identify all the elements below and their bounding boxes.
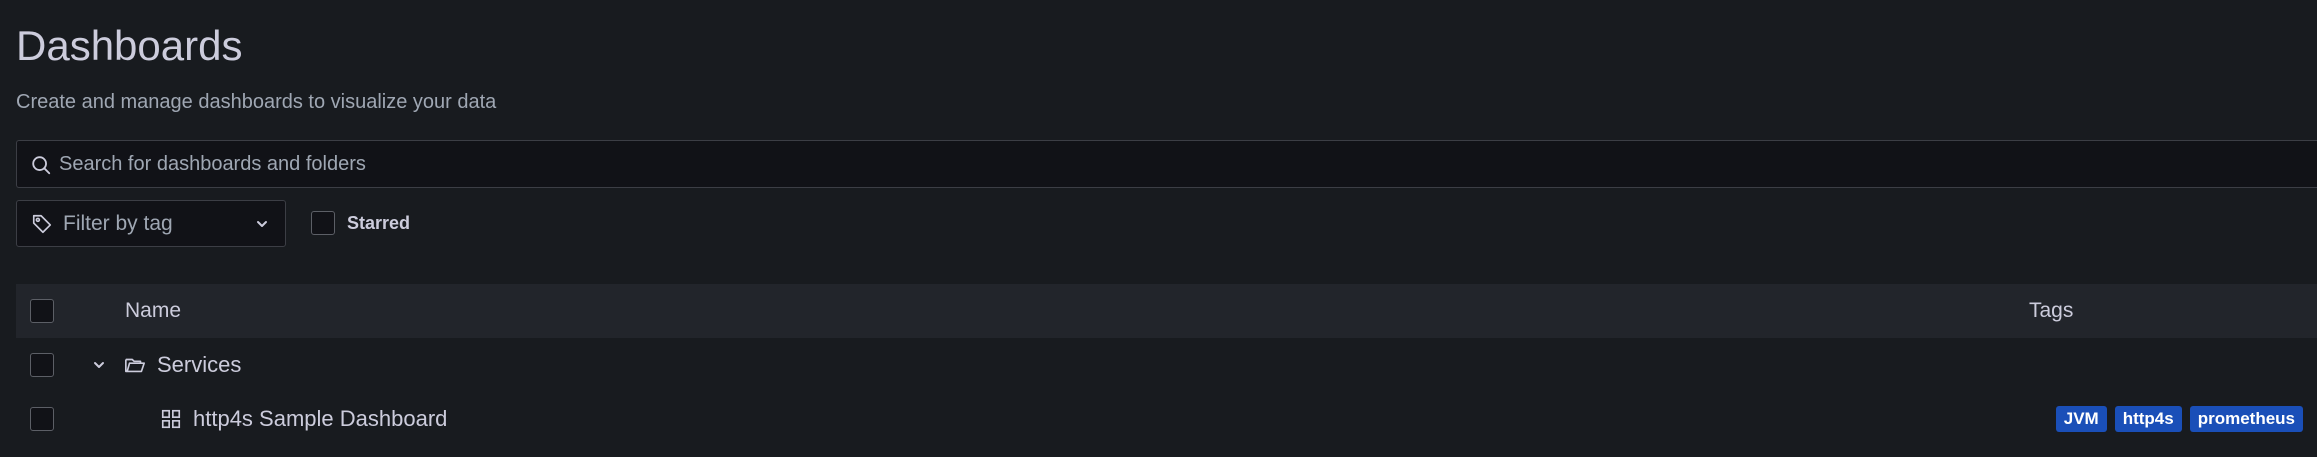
column-header-tags: Tags — [2029, 299, 2074, 322]
search-box[interactable] — [16, 140, 2317, 188]
table-row[interactable]: http4s Sample Dashboard JVM http4s prome… — [16, 392, 2317, 446]
tag-filter-select[interactable]: Filter by tag — [16, 200, 286, 247]
dashboard-name[interactable]: http4s Sample Dashboard — [193, 392, 447, 446]
column-header-name[interactable]: Name — [125, 284, 181, 338]
grid-icon — [161, 409, 181, 429]
folder-open-icon — [125, 358, 145, 373]
row-checkbox[interactable] — [30, 353, 54, 377]
tag-filter-label: Filter by tag — [63, 212, 173, 235]
table-header: Name Tags — [16, 284, 2317, 338]
tag-badge[interactable]: http4s — [2114, 406, 2182, 432]
tag-list: JVM http4s prometheus — [2055, 406, 2303, 432]
search-input[interactable] — [59, 141, 2259, 187]
starred-checkbox[interactable] — [311, 211, 335, 235]
page-title: Dashboards — [16, 22, 243, 69]
page-subtitle: Create and manage dashboards to visualiz… — [16, 91, 497, 113]
chevron-down-icon — [257, 221, 267, 227]
folder-name[interactable]: Services — [157, 338, 241, 392]
select-all-checkbox[interactable] — [30, 299, 54, 323]
tag-badge[interactable]: JVM — [2055, 406, 2107, 432]
search-icon — [32, 156, 51, 175]
starred-label: Starred — [347, 213, 411, 233]
dashboards-page: Dashboards Create and manage dashboards … — [0, 0, 2317, 457]
table-row[interactable]: Services — [16, 338, 2317, 392]
tag-icon — [32, 214, 52, 234]
chevron-down-icon[interactable] — [92, 358, 106, 372]
row-checkbox[interactable] — [30, 407, 54, 431]
tag-badge[interactable]: prometheus — [2189, 406, 2303, 432]
